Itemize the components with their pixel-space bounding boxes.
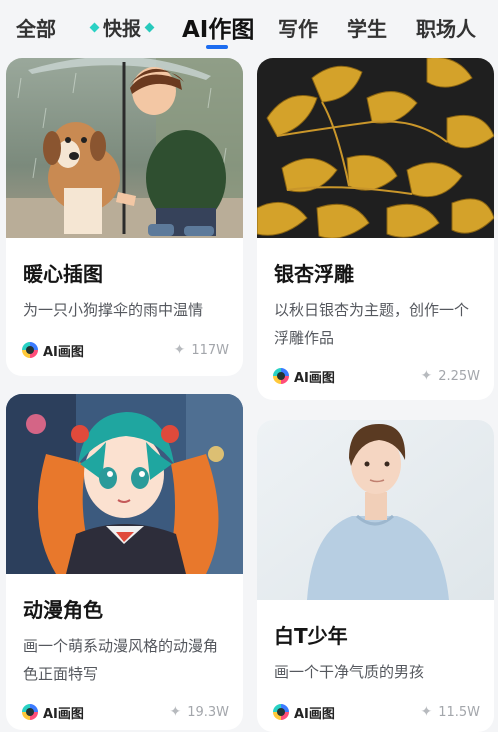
prompt-card[interactable]: 动漫角色 画一个萌系动漫风格的动漫角色正面特写 AI画图 ✦ 19.3W: [6, 394, 243, 730]
card-count-value: 19.3W: [187, 704, 229, 720]
tab-quick-news-label: 快报: [103, 17, 142, 40]
card-count-value: 117W: [191, 342, 229, 358]
prompt-card[interactable]: 白T少年 画一个干净气质的男孩 AI画图 ✦ 11.5W: [257, 420, 494, 732]
card-source: AI画图: [22, 703, 84, 722]
card-source-label: AI画图: [294, 706, 335, 722]
tab-ai-draw[interactable]: AI作图: [182, 10, 254, 44]
card-description: 画一个萌系动漫风格的动漫角色正面特写: [23, 637, 219, 683]
card-image-boy-white-tshirt: [257, 420, 494, 600]
card-source: AI画图: [273, 703, 335, 722]
card-footer: AI画图 ✦ 2.25W: [273, 366, 480, 386]
sparkle-icon: ✦: [173, 342, 186, 358]
ai-draw-logo-icon: [22, 342, 38, 358]
card-description: 以秋日银杏为主题，创作一个浮雕作品: [274, 301, 470, 347]
sparkle-icon: ✦: [169, 704, 182, 720]
tab-all[interactable]: 全部: [16, 10, 56, 44]
card-title: 暖心插图: [23, 262, 103, 286]
card-title: 银杏浮雕: [274, 262, 354, 286]
card-count-value: 2.25W: [438, 368, 480, 384]
card-title: 动漫角色: [23, 598, 103, 622]
tab-student[interactable]: 学生: [347, 10, 387, 44]
card-image-boy-umbrella-dog: [6, 58, 243, 238]
diamond-icon: [144, 22, 155, 32]
ai-draw-logo-icon: [273, 368, 289, 384]
tab-workplace[interactable]: 职场人: [416, 10, 476, 44]
sparkle-icon: ✦: [420, 704, 433, 720]
active-tab-indicator: [206, 45, 228, 49]
card-usage-count: ✦ 11.5W: [420, 704, 480, 720]
card-usage-count: ✦ 19.3W: [169, 704, 229, 720]
card-footer: AI画图 ✦ 19.3W: [22, 702, 229, 722]
card-source: AI画图: [273, 367, 335, 386]
card-footer: AI画图 ✦ 11.5W: [273, 702, 480, 722]
card-description: 画一个干净气质的男孩: [274, 663, 425, 681]
prompt-card[interactable]: 暖心插图 为一只小狗撑伞的雨中温情 AI画图 ✦ 117W: [6, 58, 243, 376]
category-tab-bar: 全部 快报 AI作图 写作 学生 职场人: [0, 0, 498, 56]
card-source-label: AI画图: [43, 706, 84, 722]
card-usage-count: ✦ 2.25W: [420, 368, 480, 384]
card-image-golden-ginkgo-leaves: [257, 58, 494, 238]
card-usage-count: ✦ 117W: [174, 342, 229, 358]
tab-write[interactable]: 写作: [278, 10, 318, 44]
ai-draw-logo-icon: [22, 704, 38, 720]
card-image-anime-girl-portrait: [6, 394, 243, 574]
diamond-icon: [89, 22, 100, 32]
card-title: 白T少年: [274, 624, 348, 648]
ai-draw-logo-icon: [273, 704, 289, 720]
card-description: 为一只小狗撑伞的雨中温情: [23, 301, 204, 319]
tab-quick-news[interactable]: 快报: [86, 10, 158, 44]
card-source-label: AI画图: [294, 370, 335, 386]
card-source: AI画图: [22, 341, 84, 360]
card-footer: AI画图 ✦ 117W: [22, 340, 229, 360]
card-count-value: 11.5W: [438, 704, 480, 720]
card-source-label: AI画图: [43, 344, 84, 360]
prompt-card[interactable]: 银杏浮雕 以秋日银杏为主题，创作一个浮雕作品 AI画图 ✦ 2.25W: [257, 58, 494, 400]
sparkle-icon: ✦: [420, 368, 433, 384]
